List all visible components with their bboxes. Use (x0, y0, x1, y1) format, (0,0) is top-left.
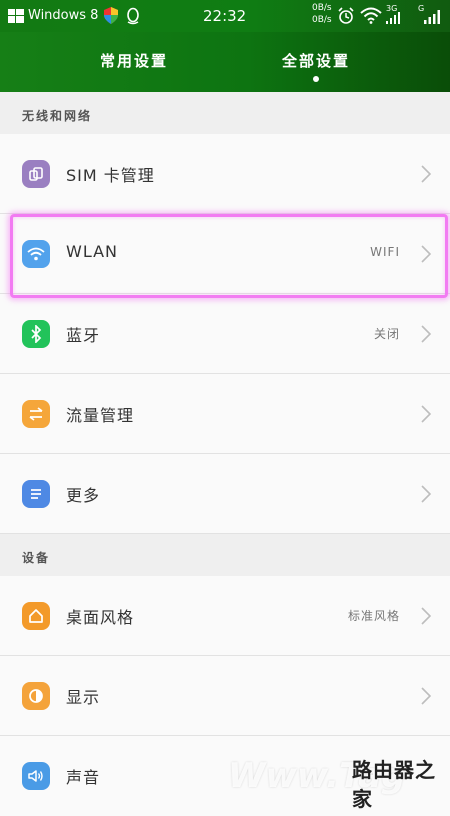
row-label: WLAN (66, 242, 119, 261)
settings-row-data-usage[interactable]: 流量管理 (0, 374, 450, 454)
more-icon (22, 480, 50, 508)
section-title: 设备 (22, 551, 51, 565)
home-icon (22, 602, 50, 630)
chevron-right-icon (421, 325, 432, 343)
signal-bars-2-icon (424, 10, 440, 24)
row-label: 流量管理 (66, 406, 135, 425)
settings-row-sim[interactable]: SIM 卡管理 (0, 134, 450, 214)
carrier-name: Windows 8 (28, 8, 99, 23)
status-bar: Windows 8 22:32 0B/s 0B/s 3G G (0, 0, 450, 32)
section-device: 设备 (0, 534, 450, 576)
chevron-right-icon (421, 165, 432, 183)
active-tab-indicator (313, 76, 319, 82)
row-label: 蓝牙 (66, 326, 101, 345)
windows-logo-icon (8, 9, 24, 23)
tab-common-settings[interactable]: 常用设置 (64, 50, 204, 71)
row-value: WIFI (370, 245, 400, 259)
chevron-right-icon (421, 245, 432, 263)
data-usage-icon (22, 400, 50, 428)
settings-row-display[interactable]: 显示 (0, 656, 450, 736)
chevron-right-icon (421, 405, 432, 423)
settings-header: 常用设置 全部设置 (0, 32, 450, 92)
row-label: 声音 (66, 768, 101, 787)
wifi-icon (22, 240, 50, 268)
row-value: 标准风格 (347, 609, 400, 623)
display-icon (22, 682, 50, 710)
chevron-right-icon (421, 485, 432, 503)
signal-bars-icon (386, 12, 400, 24)
row-label: SIM 卡管理 (66, 166, 155, 185)
clock: 22:32 (203, 7, 247, 25)
section-wireless-network: 无线和网络 (0, 92, 450, 134)
settings-row-desktop-style[interactable]: 桌面风格 标准风格 (0, 576, 450, 656)
watermark-brand: 路由器之家 (352, 758, 436, 811)
row-label: 桌面风格 (66, 608, 135, 627)
settings-row-bluetooth[interactable]: 蓝牙 关闭 (0, 294, 450, 374)
sound-icon (22, 762, 50, 790)
upload-speed: 0B/s (312, 3, 332, 13)
settings-row-more[interactable]: 更多 (0, 454, 450, 534)
sim-icon (22, 160, 50, 188)
wifi-signal-icon (360, 7, 382, 24)
settings-row-wlan[interactable]: WLAN WIFI (0, 214, 450, 294)
qq-icon (127, 7, 139, 25)
download-speed: 0B/s (312, 15, 332, 25)
alarm-icon (338, 7, 354, 24)
chevron-right-icon (421, 607, 432, 625)
bluetooth-icon (22, 320, 50, 348)
row-value: 关闭 (373, 327, 400, 341)
chevron-right-icon (421, 687, 432, 705)
section-title: 无线和网络 (22, 109, 93, 123)
row-label: 更多 (66, 486, 101, 505)
shield-icon (104, 7, 118, 24)
row-label: 显示 (66, 688, 101, 707)
tab-all-settings[interactable]: 全部设置 (246, 50, 386, 71)
